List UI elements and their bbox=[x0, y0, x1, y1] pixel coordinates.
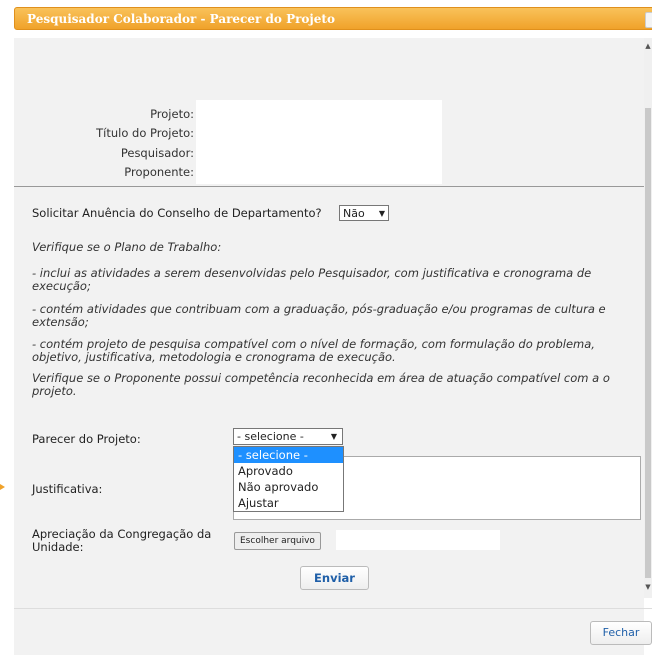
vertical-scrollbar[interactable]: ▲ ▼ bbox=[644, 38, 652, 598]
parecer-selected: - selecione - bbox=[237, 430, 304, 443]
parecer-select[interactable]: - selecione - ▼ bbox=[233, 428, 343, 445]
choose-file-button[interactable]: Escolher arquivo bbox=[234, 532, 321, 550]
parecer-options-list[interactable]: - selecione - Aprovado Não aprovado Ajus… bbox=[233, 446, 344, 512]
instructions-intro: Verifique se o Plano de Trabalho: bbox=[32, 240, 222, 254]
dialog-titlebar[interactable]: Pesquisador Colaborador - Parecer do Pro… bbox=[14, 7, 652, 30]
scroll-down-icon[interactable]: ▼ bbox=[644, 583, 652, 591]
option-selecione[interactable]: - selecione - bbox=[234, 447, 343, 463]
instruction-item-1: - inclui as atividades a serem desenvolv… bbox=[32, 266, 592, 293]
instruction-item-2: - contém atividades que contribuam com a… bbox=[32, 302, 606, 329]
form-content: Projeto: Título do Projeto: Pesquisador:… bbox=[14, 60, 644, 600]
scroll-up-icon[interactable]: ▲ bbox=[644, 42, 652, 50]
redacted-file-name bbox=[336, 530, 500, 550]
divider bbox=[14, 186, 644, 187]
anuencia-value: Não bbox=[343, 207, 365, 220]
scroll-thumb[interactable] bbox=[645, 108, 651, 578]
anuencia-select[interactable]: Não ▼ bbox=[339, 205, 389, 221]
option-aprovado[interactable]: Aprovado bbox=[234, 463, 343, 479]
chevron-down-icon: ▼ bbox=[330, 432, 337, 441]
option-ajustar[interactable]: Ajustar bbox=[234, 495, 343, 511]
pesquisador-label: Pesquisador: bbox=[120, 146, 194, 160]
parecer-label: Parecer do Projeto: bbox=[32, 432, 141, 446]
redacted-info bbox=[196, 100, 442, 184]
dialog-title: Pesquisador Colaborador - Parecer do Pro… bbox=[27, 12, 335, 26]
titulo-label: Título do Projeto: bbox=[96, 126, 194, 140]
footer-divider bbox=[14, 608, 652, 609]
close-icon[interactable] bbox=[645, 12, 652, 28]
fechar-button[interactable]: Fechar bbox=[590, 621, 652, 645]
apreciacao-label: Apreciação da Congregação da Unidade: bbox=[32, 527, 212, 554]
chevron-down-icon: ▼ bbox=[378, 209, 385, 218]
projeto-label: Projeto: bbox=[150, 107, 194, 121]
justificativa-label: Justificativa: bbox=[32, 482, 103, 496]
enviar-button[interactable]: Enviar bbox=[300, 566, 369, 590]
instruction-item-3: - contém projeto de pesquisa compatível … bbox=[32, 337, 595, 364]
proponente-label: Proponente: bbox=[124, 165, 194, 179]
option-nao-aprovado[interactable]: Não aprovado bbox=[234, 479, 343, 495]
instruction-item-4: Verifique se o Proponente possui competê… bbox=[32, 371, 610, 398]
anuencia-label: Solicitar Anuência do Conselho de Depart… bbox=[32, 206, 322, 220]
pointer-marker bbox=[0, 484, 5, 490]
